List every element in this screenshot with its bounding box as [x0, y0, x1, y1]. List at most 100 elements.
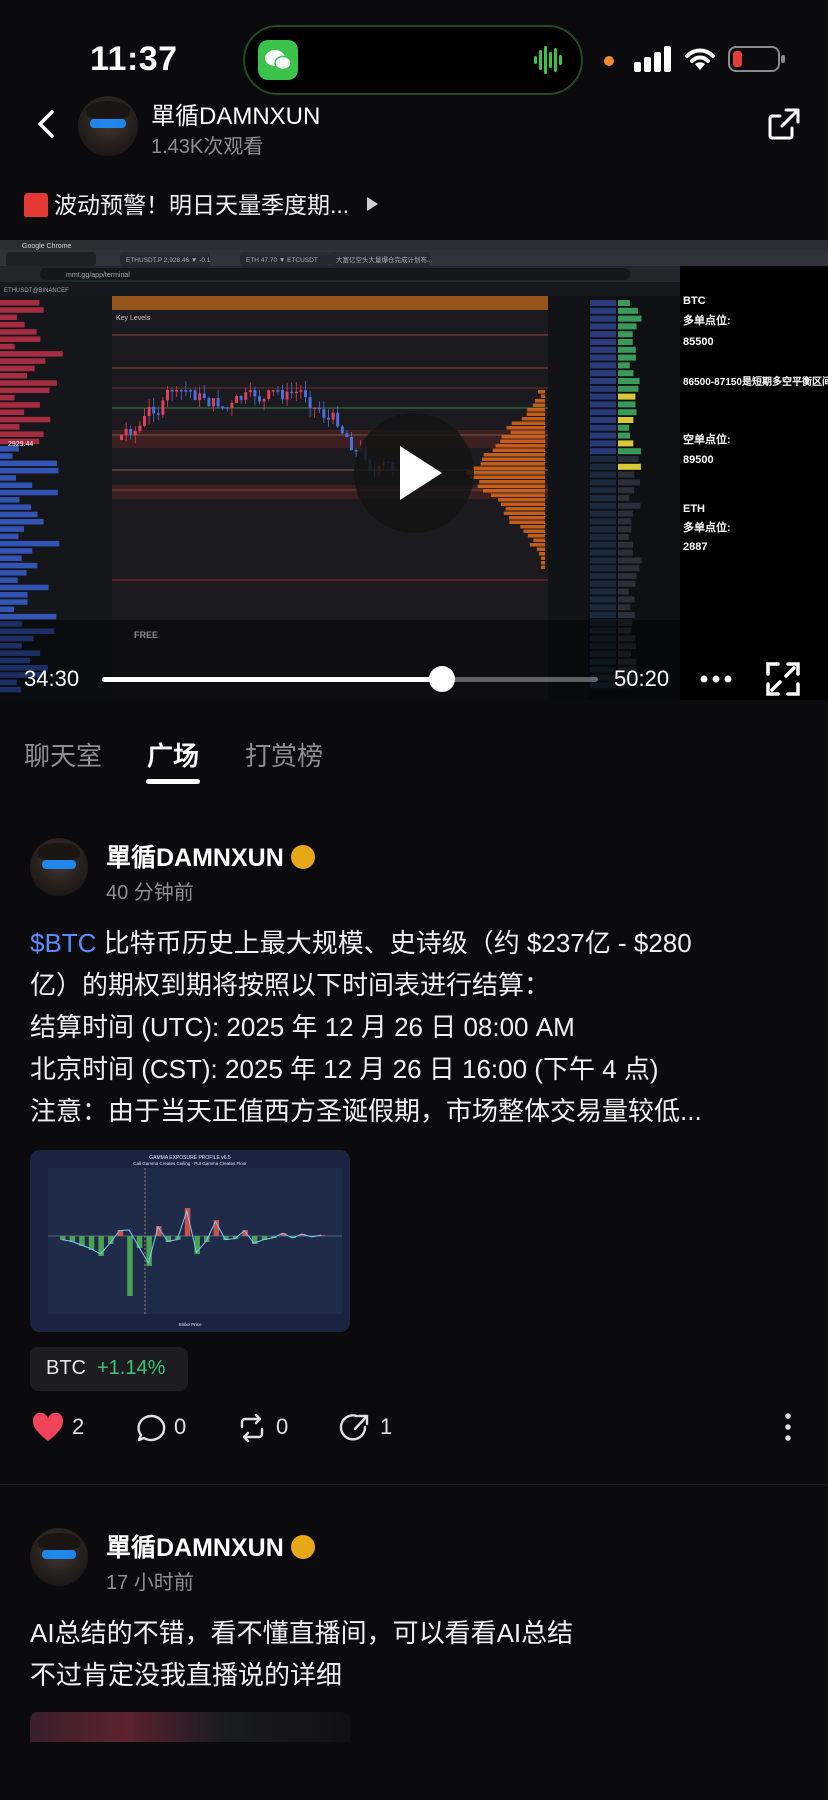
ladder-cell [618, 370, 634, 377]
post-body[interactable]: $BTC 比特币历史上最大规模、史诗级（约 $237亿 - $280 亿）的期权… [30, 922, 810, 1132]
orderbook-bar [0, 424, 20, 430]
volume-profile-bar [500, 439, 545, 443]
stream-title-text: 波动预警！明日天量季度期... [54, 192, 350, 218]
candle-body [327, 417, 330, 420]
candle-body [322, 409, 326, 418]
volume-profile-bar [527, 534, 545, 538]
orderbook-bar [0, 489, 58, 496]
share-arrow-icon [339, 1414, 369, 1441]
ladder-cell [618, 393, 636, 400]
post-author[interactable]: 單循DAMNXUN [106, 838, 315, 874]
ladder-cell [618, 378, 640, 384]
volume-profile-bar [539, 552, 545, 556]
ladder-cell [618, 502, 641, 509]
candle-body [120, 434, 123, 440]
chart-pair: ETHUSDT@BINANCEF [4, 288, 69, 294]
author-avatar[interactable] [78, 96, 138, 156]
orderbook-bar [0, 467, 59, 474]
like-button[interactable] [32, 1412, 64, 1448]
comment-button[interactable] [136, 1413, 168, 1448]
fullscreen-icon[interactable] [764, 660, 802, 698]
volume-profile-bar [511, 421, 545, 425]
progress-track[interactable] [102, 677, 598, 682]
candle-body [189, 390, 192, 392]
play-small-icon [367, 197, 379, 211]
comment-icon [137, 1414, 166, 1442]
volume-profile-bar [500, 502, 545, 506]
ladder-cell [618, 573, 637, 579]
ticker-link[interactable]: $BTC [30, 928, 96, 958]
back-icon[interactable] [28, 104, 68, 144]
orderbook-bar [0, 329, 37, 335]
orderbook-bar [0, 416, 51, 423]
ladder-cell [618, 534, 629, 540]
post-image[interactable]: GAMMA EXPOSURE PROFILE v6.5 Call Gamma C… [30, 1150, 350, 1332]
ladder-cell [618, 549, 633, 556]
more-options-icon[interactable] [694, 664, 738, 694]
orderbook-bar [0, 497, 20, 503]
ladder-cell [618, 432, 630, 439]
post-author-text: 單循DAMNXUN [106, 844, 284, 872]
post-avatar[interactable] [30, 1528, 88, 1586]
volume-profile-bar [505, 507, 545, 511]
orderbook-bar [0, 577, 18, 583]
volume-profile-bar [506, 426, 545, 430]
siren-icon [24, 193, 48, 217]
volume-profile-bar [477, 484, 545, 488]
candle-body [152, 406, 156, 414]
ladder-cell [590, 409, 616, 416]
candle-body [230, 403, 234, 408]
orderbook-bar [0, 431, 44, 437]
orderbook-bar [0, 358, 46, 364]
ladder-cell [618, 300, 630, 306]
tab-chatroom[interactable]: 聊天室 [24, 736, 102, 773]
candle-body [290, 391, 294, 394]
volume-profile-bar [523, 529, 545, 533]
repost-button[interactable] [236, 1413, 268, 1448]
share-post-button[interactable] [339, 1413, 371, 1448]
ladder-cell [590, 557, 616, 564]
ladder-cell [590, 596, 616, 603]
post-line: AI总结的不错，看不懂直播间，可以看看AI总结 [30, 1618, 574, 1648]
post-line: 结算时间 (UTC): 2025 年 12 月 26 日 08:00 AM [30, 1012, 575, 1042]
ladder-cell [590, 385, 616, 392]
share-icon[interactable] [764, 104, 804, 144]
ladder-cell [618, 604, 631, 611]
volume-profile-bar [482, 457, 545, 461]
ladder-cell [590, 331, 616, 338]
post-author[interactable]: 單循DAMNXUN [106, 1528, 315, 1564]
tab-tip-ranking[interactable]: 打赏榜 [245, 736, 323, 773]
total-time: 50:20 [614, 666, 670, 691]
post-more-icon[interactable] [782, 1412, 794, 1447]
ladder-cell [590, 463, 616, 470]
volume-profile-bar [510, 430, 545, 434]
orderbook-bar [0, 307, 44, 313]
heart-icon [32, 1412, 64, 1441]
volume-profile-bar [472, 466, 545, 470]
play-button[interactable] [354, 413, 474, 533]
ladder-cell [618, 471, 635, 478]
note-btc-long-value: 85500 [683, 336, 714, 348]
stream-title[interactable]: 波动预警！明日天量季度期... [24, 186, 379, 220]
post-body[interactable]: AI总结的不错，看不懂直播间，可以看看AI总结 不过肯定没我直播说的详细 [30, 1612, 810, 1696]
post-author-text: 單循DAMNXUN [106, 1534, 284, 1562]
candle-body [267, 390, 271, 399]
candle-body [179, 390, 183, 392]
ladder-cell [590, 456, 616, 462]
candle-body [143, 416, 146, 426]
ladder-cell [618, 339, 633, 345]
like-count: 2 [72, 1414, 85, 1439]
author-name[interactable]: 單循DAMNXUN [151, 96, 320, 131]
tab-square[interactable]: 广场 [147, 736, 199, 773]
candle-body [317, 407, 321, 410]
ladder-cell [590, 518, 616, 525]
progress-scrubber[interactable] [428, 666, 455, 692]
candle-body [308, 397, 312, 409]
orderbook-bar [0, 592, 28, 598]
post-image[interactable] [30, 1712, 350, 1742]
audio-wave-icon [534, 44, 562, 76]
orderbook-bar [0, 562, 38, 569]
post-avatar[interactable] [30, 838, 88, 896]
cellular-signal-icon [634, 46, 674, 77]
wechat-icon [258, 40, 298, 80]
